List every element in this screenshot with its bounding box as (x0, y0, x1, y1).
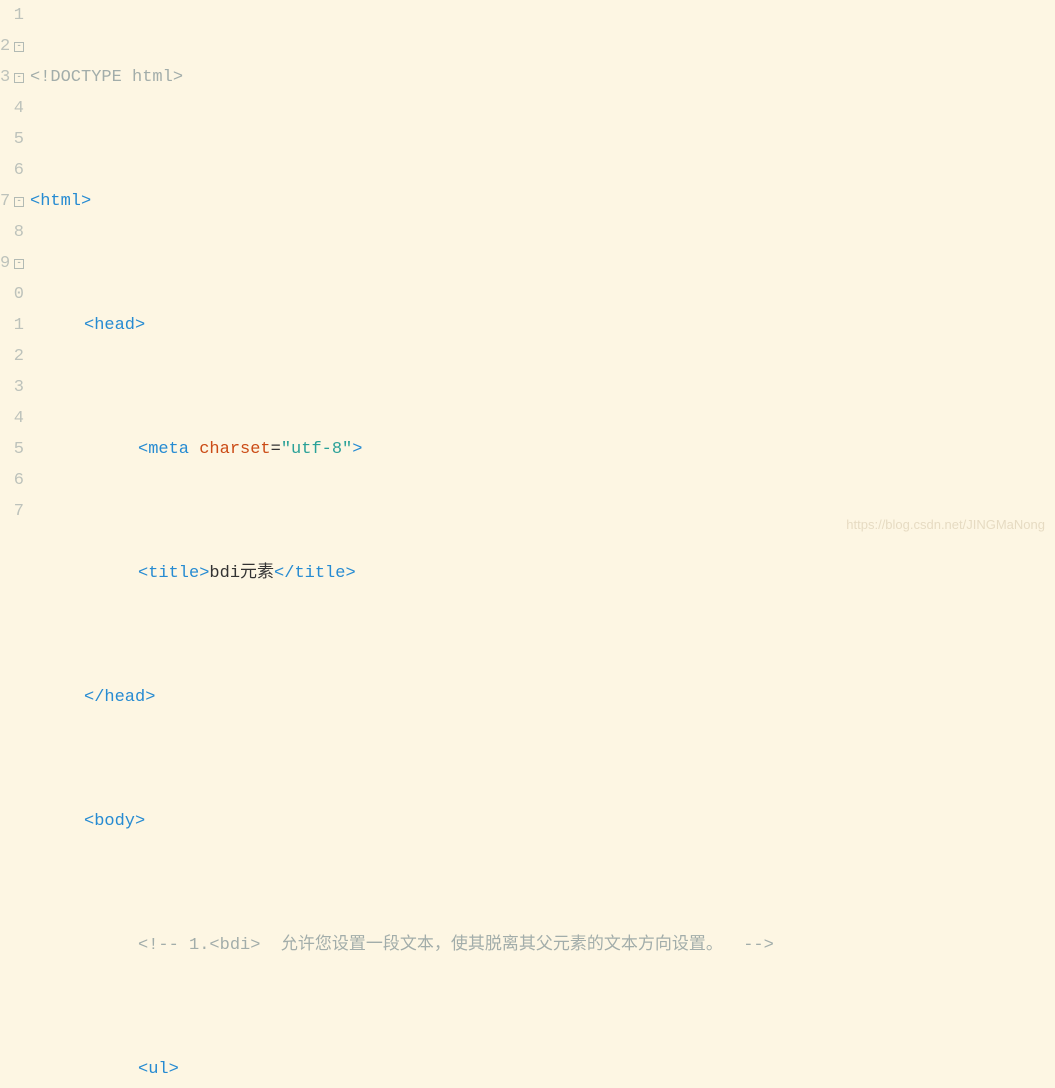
gutter-row: 2 (0, 341, 24, 372)
tag-close: > (352, 434, 362, 465)
gutter-row: 1 (0, 0, 24, 31)
gutter-row: 6 (0, 155, 24, 186)
doctype-open: <! (30, 62, 50, 93)
tag-close: > (135, 310, 145, 341)
code-line: <body> (30, 806, 1055, 837)
tag-open: < (138, 434, 148, 465)
equals: = (271, 434, 281, 465)
gutter-row: 3 (0, 372, 24, 403)
attr-name: charset (199, 434, 270, 465)
tag-open: < (138, 1054, 148, 1085)
tag-name: title (294, 558, 345, 589)
tag-open: < (84, 806, 94, 837)
tag-close: > (145, 682, 155, 713)
code-line: <ul> (30, 1054, 1055, 1085)
comment: <!-- 1.<bdi> 允许您设置一段文本，使其脱离其父元素的文本方向设置。 … (138, 930, 774, 961)
code-line: </head> (30, 682, 1055, 713)
tag-open: < (30, 186, 40, 217)
code-line: <meta charset="utf-8"> (30, 434, 1055, 465)
line-number: 3 (0, 62, 10, 93)
code-line: <head> (30, 310, 1055, 341)
fold-icon[interactable]: - (14, 42, 24, 52)
watermark: https://blog.csdn.net/JINGMaNong (846, 509, 1045, 540)
gutter-row: 5 (0, 434, 24, 465)
line-number: 5 (14, 124, 24, 155)
gutter-row: 3- (0, 62, 24, 93)
tag-name: ul (148, 1054, 168, 1085)
tag-name: title (148, 558, 199, 589)
gutter-row: 8 (0, 217, 24, 248)
doctype-name: DOCTYPE (50, 62, 121, 93)
line-gutter: 1 2- 3- 4 5 6 7- 8 9- 0 1 2 3 4 5 6 7 (0, 0, 28, 544)
fold-icon[interactable]: - (14, 197, 24, 207)
tag-open: < (138, 558, 148, 589)
tag-name: html (40, 186, 81, 217)
tag-open: < (84, 310, 94, 341)
code-editor: 1 2- 3- 4 5 6 7- 8 9- 0 1 2 3 4 5 6 7 <!… (0, 0, 1055, 544)
line-number: 2 (0, 31, 10, 62)
line-number: 1 (14, 310, 24, 341)
line-number: 8 (14, 217, 24, 248)
line-number: 6 (14, 155, 24, 186)
tag-name: body (94, 806, 135, 837)
tag-open: </ (84, 682, 104, 713)
doctype-close: > (173, 62, 183, 93)
tag-open: </ (274, 558, 294, 589)
tag-close: > (169, 1054, 179, 1085)
tag-name: head (94, 310, 135, 341)
line-number: 1 (14, 0, 24, 31)
code-line: <!-- 1.<bdi> 允许您设置一段文本，使其脱离其父元素的文本方向设置。 … (30, 930, 1055, 961)
line-number: 4 (14, 403, 24, 434)
gutter-row: 0 (0, 279, 24, 310)
line-number: 3 (14, 372, 24, 403)
gutter-row: 6 (0, 465, 24, 496)
gutter-row: 5 (0, 124, 24, 155)
line-number: 2 (14, 341, 24, 372)
gutter-row: 9- (0, 248, 24, 279)
tag-close: > (345, 558, 355, 589)
code-line: <html> (30, 186, 1055, 217)
code-line: <!DOCTYPE html> (30, 62, 1055, 93)
text: bdi元素 (209, 558, 274, 589)
attr-value: "utf-8" (281, 434, 352, 465)
tag-close: > (81, 186, 91, 217)
tag-name: meta (148, 434, 189, 465)
code-line: <title>bdi元素</title> (30, 558, 1055, 589)
line-number: 7 (14, 496, 24, 527)
line-number: 7 (0, 186, 10, 217)
tag-close: > (199, 558, 209, 589)
gutter-row: 7 (0, 496, 24, 527)
tag-close: > (135, 806, 145, 837)
fold-icon[interactable]: - (14, 73, 24, 83)
code-content[interactable]: <!DOCTYPE html> <html> <head> <meta char… (28, 0, 1055, 544)
gutter-row: 4 (0, 93, 24, 124)
line-number: 5 (14, 434, 24, 465)
gutter-row: 7- (0, 186, 24, 217)
fold-icon[interactable]: - (14, 259, 24, 269)
line-number: 6 (14, 465, 24, 496)
gutter-row: 1 (0, 310, 24, 341)
gutter-row: 2- (0, 31, 24, 62)
line-number: 4 (14, 93, 24, 124)
line-number: 0 (14, 279, 24, 310)
tag-name: head (104, 682, 145, 713)
doctype-rest: html (122, 62, 173, 93)
gutter-row: 4 (0, 403, 24, 434)
line-number: 9 (0, 248, 10, 279)
